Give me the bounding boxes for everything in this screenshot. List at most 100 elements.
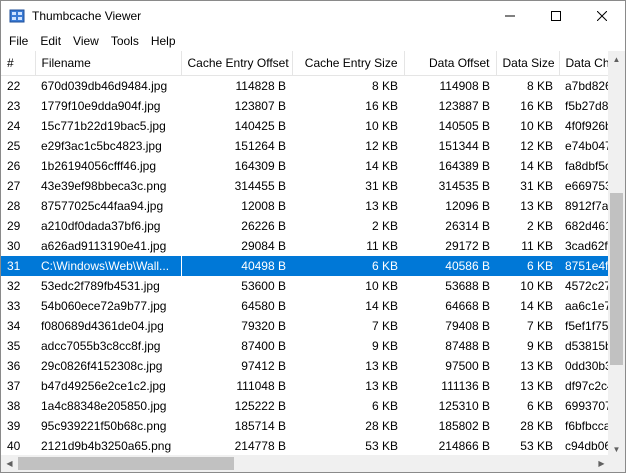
cell-index: 38 xyxy=(7,399,21,413)
table-row[interactable]: 24 15c771b22d19bac5.jpg 140425 B 10 KB 14050… xyxy=(1,116,611,136)
column-header-cache-entry-size[interactable]: Cache Entry Size xyxy=(292,51,405,76)
scroll-left-icon[interactable]: ◀ xyxy=(1,455,18,472)
vertical-scroll-thumb[interactable] xyxy=(610,193,623,365)
table-row[interactable]: 28 87577025c44faa94.jpg 12008 B 13 KB 12096 … xyxy=(1,196,611,216)
table-row[interactable]: 29 a210df0dada37bf6.jpg 26226 B 2 KB 26314 B… xyxy=(1,216,611,236)
column-header-index[interactable]: # xyxy=(1,51,36,76)
cell-index: 29 xyxy=(7,219,21,233)
column-header-data-checksum[interactable]: Data Checksum xyxy=(559,51,611,76)
table-row[interactable]: 32 53edc2f789fb4531.jpg 53600 B 10 KB 53688 … xyxy=(1,276,611,296)
cell-data-size: 12 KB xyxy=(520,139,553,153)
vertical-scrollbar[interactable]: ▲ ▼ xyxy=(608,51,625,458)
table-row[interactable]: 25 e29f3ac1c5bc4823.jpg 151264 B 12 KB 15134… xyxy=(1,136,611,156)
table-row[interactable]: 22 670d039db46d9484.jpg 114828 B 8 KB 114908… xyxy=(1,76,611,97)
cell-data-checksum: 0dd30b3f xyxy=(565,359,611,373)
cell-cache-entry-offset: 26226 B xyxy=(241,219,286,233)
cell-cache-entry-size: 7 KB xyxy=(371,319,398,333)
cell-cache-entry-size: 9 KB xyxy=(371,339,398,353)
table-row[interactable]: 35 adcc7055b3c8cc8f.jpg 87400 B 9 KB 87488 B… xyxy=(1,336,611,356)
scroll-up-icon[interactable]: ▲ xyxy=(608,51,625,68)
cell-data-checksum: e6697535 xyxy=(565,179,611,193)
thumbcache-app-icon xyxy=(9,8,25,24)
cell-data-offset: 64668 B xyxy=(445,299,490,313)
cell-data-offset: 114908 B xyxy=(439,79,491,93)
menu-bar: File Edit View Tools Help xyxy=(1,31,625,51)
cell-index: 34 xyxy=(7,319,21,333)
cell-data-checksum: 4572c27c xyxy=(565,279,611,293)
cell-filename: 54b060ece72a9b77.jpg xyxy=(41,299,167,313)
cell-cache-entry-size: 14 KB xyxy=(365,299,398,313)
table-row[interactable]: 33 54b060ece72a9b77.jpg 64580 B 14 KB 64668 … xyxy=(1,296,611,316)
cell-data-offset: 214866 B xyxy=(438,439,490,453)
column-header-data-offset[interactable]: Data Offset xyxy=(404,51,497,76)
cell-data-size: 13 KB xyxy=(520,379,553,393)
cell-cache-entry-offset: 40498 B xyxy=(181,256,292,276)
cell-data-size: 8 KB xyxy=(526,79,553,93)
table-row[interactable]: 31 C:\Windows\Web\Wall... 40498 B6 KB 40586… xyxy=(1,256,611,276)
table-row[interactable]: 34 f080689d4361de04.jpg 79320 B 7 KB 79408 B… xyxy=(1,316,611,336)
cell-cache-entry-offset: 314455 B xyxy=(234,179,286,193)
cell-cache-entry-size: 2 KB xyxy=(371,219,398,233)
cell-filename: adcc7055b3c8cc8f.jpg xyxy=(41,339,161,353)
cell-data-offset: 151344 B xyxy=(438,139,490,153)
cell-cache-entry-offset: 53600 B xyxy=(241,279,286,293)
horizontal-scroll-thumb[interactable] xyxy=(18,457,234,470)
cell-data-size: 6 KB xyxy=(496,256,559,276)
cell-cache-entry-offset: 164309 B xyxy=(234,159,286,173)
cell-data-offset: 12096 B xyxy=(445,199,490,213)
horizontal-scrollbar[interactable]: ◀ ▶ xyxy=(1,455,610,472)
table-row[interactable]: 38 1a4c88348e205850.jpg 125222 B 6 KB 125310… xyxy=(1,396,611,416)
column-header-data-size[interactable]: Data Size xyxy=(496,51,560,76)
cell-cache-entry-size: 16 KB xyxy=(365,99,398,113)
menu-tools[interactable]: Tools xyxy=(105,31,145,51)
cell-data-size: 6 KB xyxy=(526,399,553,413)
cell-filename: e29f3ac1c5bc4823.jpg xyxy=(41,139,162,153)
cell-cache-entry-offset: 214778 B xyxy=(234,439,286,453)
table-row[interactable]: 27 43e39ef98bbeca3c.png 314455 B 31 KB 31453… xyxy=(1,176,611,196)
menu-view[interactable]: View xyxy=(67,31,105,51)
cell-data-size: 10 KB xyxy=(520,279,553,293)
table-body: 22 670d039db46d9484.jpg 114828 B 8 KB 114908… xyxy=(1,76,611,457)
cell-data-checksum: c94db06b xyxy=(565,439,611,453)
table-row[interactable]: 39 95c939221f50b68c.png 185714 B 28 KB 18580… xyxy=(1,416,611,436)
cell-data-size: 16 KB xyxy=(520,99,553,113)
table-row[interactable]: 23 1779f10e9dda904f.jpg 123807 B 16 KB 12388… xyxy=(1,96,611,116)
close-button[interactable] xyxy=(579,1,625,31)
cell-data-checksum: aa6c1e7e xyxy=(565,299,611,313)
cell-filename: b47d49256e2ce1c2.jpg xyxy=(41,379,166,393)
table-row[interactable]: 30 a626ad9113190e41.jpg 29084 B 11 KB 29172 … xyxy=(1,236,611,256)
cell-data-checksum: f5b27d8a xyxy=(565,99,611,113)
cell-data-offset: 123887 B xyxy=(438,99,490,113)
cell-data-offset: 185802 B xyxy=(438,419,490,433)
table-row[interactable]: 40 2121d9b4b3250a65.png 214778 B 53 KB 21486… xyxy=(1,436,611,456)
window-title: Thumbcache Viewer xyxy=(32,9,142,23)
cell-data-size: 11 KB xyxy=(521,239,553,253)
cell-index: 24 xyxy=(7,119,21,133)
title-bar[interactable]: Thumbcache Viewer xyxy=(1,1,625,31)
maximize-button[interactable] xyxy=(533,1,579,31)
cell-index: 31 xyxy=(1,256,35,276)
table-row[interactable]: 37 b47d49256e2ce1c2.jpg 111048 B 13 KB 11113… xyxy=(1,376,611,396)
column-header-cache-entry-offset[interactable]: Cache Entry Offset xyxy=(181,51,293,76)
menu-file[interactable]: File xyxy=(3,31,34,51)
column-header-filename[interactable]: Filename xyxy=(35,51,182,76)
cell-data-offset: 53688 B xyxy=(445,279,490,293)
cell-data-offset: 140505 B xyxy=(438,119,490,133)
thumbnail-list[interactable]: # Filename Cache Entry Offset Cache Entr… xyxy=(1,51,611,458)
cell-data-offset: 87488 B xyxy=(445,339,490,353)
table-row[interactable]: 26 1b26194056cfff46.jpg 164309 B 14 KB 16438… xyxy=(1,156,611,176)
table-row[interactable]: 36 29c0826f4152308c.jpg 97412 B 13 KB 97500 … xyxy=(1,356,611,376)
cell-filename: 1b26194056cfff46.jpg xyxy=(41,159,157,173)
menu-help[interactable]: Help xyxy=(145,31,182,51)
cell-data-checksum: e74b0478 xyxy=(565,139,611,153)
cell-cache-entry-offset: 79320 B xyxy=(241,319,286,333)
cell-data-checksum: 8912f7a2 xyxy=(565,199,611,213)
cell-data-size: 28 KB xyxy=(520,419,553,433)
cell-cache-entry-size: 10 KB xyxy=(365,279,398,293)
cell-cache-entry-size: 31 KB xyxy=(365,179,398,193)
menu-edit[interactable]: Edit xyxy=(34,31,67,51)
cell-data-offset: 111136 B xyxy=(441,379,490,393)
cell-filename: 53edc2f789fb4531.jpg xyxy=(41,279,160,293)
minimize-button[interactable] xyxy=(487,1,533,31)
cell-data-checksum: fa8dbf5c xyxy=(565,159,611,173)
